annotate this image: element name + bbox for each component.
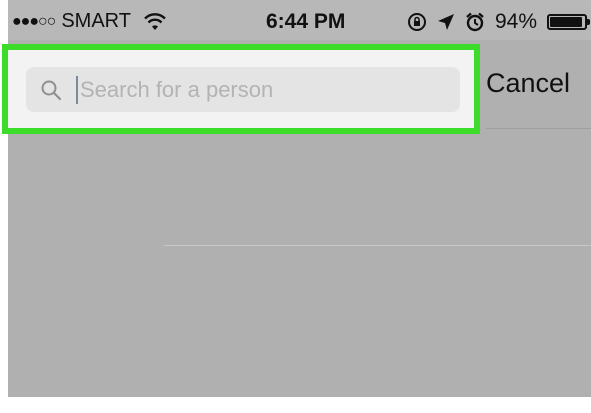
search-input[interactable] <box>80 67 450 112</box>
search-highlight-box <box>2 44 480 134</box>
battery-nub <box>587 19 590 25</box>
carrier-name: SMART <box>61 10 131 32</box>
status-left: ●●●○○ SMART <box>12 10 167 33</box>
alarm-icon <box>466 12 484 32</box>
location-arrow-icon <box>437 14 454 30</box>
signal-strength-icon: ●●●○○ <box>12 12 56 30</box>
wifi-icon <box>144 12 166 30</box>
rotation-lock-icon <box>407 13 426 31</box>
status-bar: ●●●○○ SMART 6:44 PM 94% <box>8 0 591 40</box>
divider <box>164 245 591 246</box>
text-caret <box>76 76 78 104</box>
status-time: 6:44 PM <box>266 10 346 33</box>
battery-icon <box>547 14 590 30</box>
divider <box>486 128 591 129</box>
status-right: 94% <box>407 10 590 34</box>
search-field[interactable] <box>26 67 460 112</box>
search-icon <box>41 80 62 101</box>
battery-percentage: 94% <box>494 10 537 33</box>
battery-fill <box>550 17 582 27</box>
cancel-button[interactable]: Cancel <box>486 68 570 99</box>
